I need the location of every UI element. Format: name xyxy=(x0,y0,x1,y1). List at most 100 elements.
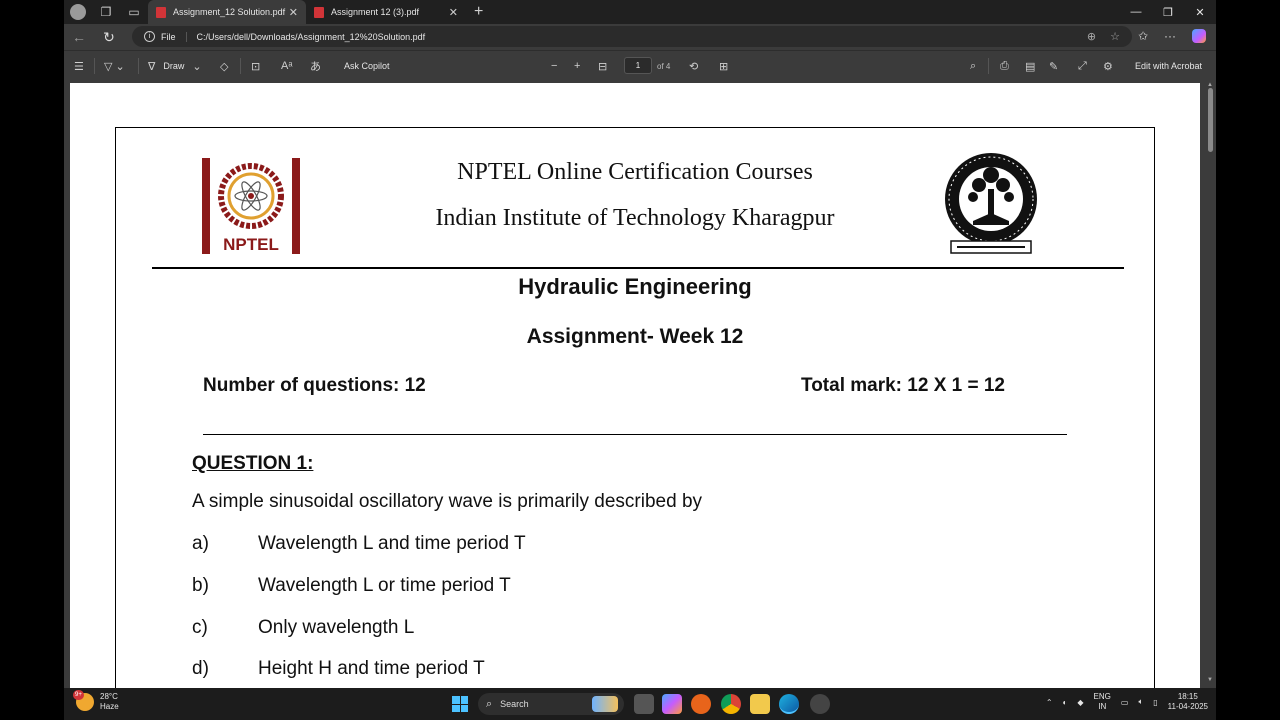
rotate-icon[interactable]: ⟲ xyxy=(689,59,698,73)
close-tab-icon[interactable]: ✕ xyxy=(289,6,298,19)
draw-button[interactable]: ∇ Draw ⌄ xyxy=(148,59,202,73)
tray-app-icon[interactable]: ◐ xyxy=(1063,698,1068,707)
firefox-icon[interactable] xyxy=(691,694,711,714)
tab-inactive[interactable]: Assignment 12 (3).pdf ✕ xyxy=(306,0,466,24)
file-explorer-icon[interactable] xyxy=(750,694,770,714)
clock[interactable]: 18:15 11-04-2025 xyxy=(1168,692,1208,712)
address-bar[interactable]: i File C:/Users/dell/Downloads/Assignmen… xyxy=(132,26,1132,47)
volume-icon[interactable]: 🔈︎ xyxy=(1138,697,1143,707)
option-text: Height H and time period T xyxy=(258,658,485,679)
network-icon[interactable]: ▭ xyxy=(1121,698,1129,707)
task-view-icon[interactable] xyxy=(634,694,654,714)
restore-icon[interactable]: ❐ xyxy=(1152,0,1184,24)
search-highlight-icon xyxy=(592,696,618,712)
zoom-icon[interactable]: ⊕ xyxy=(1087,30,1096,43)
refresh-icon[interactable]: ↻ xyxy=(94,24,124,50)
option-letter: d) xyxy=(192,658,209,679)
eraser-icon[interactable]: ◇ xyxy=(220,59,228,73)
page-total: of 4 xyxy=(657,61,671,71)
highlight-icon[interactable]: ▽ ⌄ xyxy=(104,59,125,73)
fullscreen-icon[interactable]: ⤢ xyxy=(1078,59,1087,73)
option-b: b) Wavelength L or time period T xyxy=(192,575,511,597)
question-heading: QUESTION 1: xyxy=(192,453,314,474)
workspaces-icon[interactable]: ❐ xyxy=(92,0,120,24)
zoom-out-icon[interactable]: − xyxy=(551,59,557,73)
draw-label: Draw xyxy=(163,61,185,71)
back-icon[interactable]: ← xyxy=(64,24,94,50)
save-icon[interactable]: ▤ xyxy=(1025,59,1035,73)
translate-icon[interactable]: あ xyxy=(310,59,321,73)
print-icon[interactable]: ⎙ xyxy=(1000,59,1009,73)
read-aloud-icon[interactable]: Aᵃ xyxy=(281,59,292,73)
favorites-icon[interactable]: ✩ xyxy=(1138,29,1148,43)
page-view-icon[interactable]: ⊞ xyxy=(719,59,728,73)
close-tab-icon[interactable]: ✕ xyxy=(449,6,458,19)
system-tray: ⌃ ◐ ◆ ENG IN ▭ 🔈︎ ▯ 18:15 11-04-2025 xyxy=(1046,692,1208,712)
close-window-icon[interactable]: ✕ xyxy=(1184,0,1216,24)
option-a: a) Wavelength L and time period T xyxy=(192,533,526,555)
nptel-logo: NPTEL xyxy=(202,158,300,254)
minimize-icon[interactable]: — xyxy=(1120,0,1152,24)
nptel-logo-text: NPTEL xyxy=(223,235,279,254)
vertical-scrollbar-thumb[interactable] xyxy=(1208,88,1213,152)
battery-icon[interactable]: ▯ xyxy=(1153,698,1157,707)
option-c: c) Only wavelength L xyxy=(192,617,414,639)
clock-time: 18:15 xyxy=(1177,692,1198,701)
start-button-windows-icon[interactable] xyxy=(452,696,468,712)
chrome-icon[interactable] xyxy=(721,694,741,714)
search-icon: ⌕ xyxy=(486,697,493,710)
scroll-down-arrow-icon[interactable]: ▼ xyxy=(1207,677,1213,683)
tab-title: Assignment 12 (3).pdf xyxy=(331,7,420,17)
iit-kharagpur-emblem xyxy=(945,153,1037,254)
windows-taskbar: 9+ 28°C Haze ⌕ Search ⌃ ◐ ◆ ENG IN ▭ 🔈︎ … xyxy=(64,688,1216,720)
save-as-icon[interactable]: ✎ xyxy=(1049,59,1058,73)
tab-active[interactable]: Assignment_12 Solution.pdf ✕ xyxy=(148,0,306,24)
page-number-input[interactable]: 1 xyxy=(624,57,652,74)
settings-gear-icon[interactable]: ⚙ xyxy=(1103,59,1113,73)
ask-copilot-button[interactable]: Ask Copilot xyxy=(344,59,390,73)
total-mark: Total mark: 12 X 1 = 12 xyxy=(801,375,1005,396)
tab-bar: ❐ ▭ Assignment_12 Solution.pdf ✕ Assignm… xyxy=(64,0,1216,24)
option-text: Wavelength L and time period T xyxy=(258,533,526,554)
edge-icon[interactable] xyxy=(779,694,799,714)
fit-page-icon[interactable]: ⊟ xyxy=(598,59,607,73)
lang-code: ENG xyxy=(1093,692,1111,701)
info-icon[interactable]: i xyxy=(144,31,155,42)
zoom-in-icon[interactable]: + xyxy=(574,59,580,73)
more-menu-icon[interactable]: ··· xyxy=(1164,29,1176,43)
assignment-week: Assignment- Week 12 xyxy=(526,325,744,348)
weather-widget[interactable]: 9+ 28°C Haze xyxy=(73,690,119,712)
favorite-star-icon[interactable]: ☆ xyxy=(1110,30,1120,43)
edit-with-acrobat-button[interactable]: Edit with Acrobat xyxy=(1135,59,1202,73)
address-row: ← ↻ i File C:/Users/dell/Downloads/Assig… xyxy=(64,24,1216,50)
clock-date: 11-04-2025 xyxy=(1167,702,1208,711)
show-hidden-icons-chevron-icon[interactable]: ⌃ xyxy=(1046,698,1053,707)
taskbar-search-box[interactable]: ⌕ Search xyxy=(478,693,624,715)
weather-sun-icon: 9+ xyxy=(73,690,94,711)
pen-icon: ∇ xyxy=(148,60,156,73)
text-box-icon[interactable]: ⊡ xyxy=(251,59,260,73)
copilot-icon[interactable] xyxy=(1192,29,1206,43)
weather-temp: 28°C xyxy=(100,692,118,701)
language-indicator[interactable]: ENG IN xyxy=(1094,692,1111,712)
new-tab-button[interactable]: + xyxy=(466,3,491,21)
search-label: Search xyxy=(500,699,529,709)
tab-actions-icon[interactable]: ▭ xyxy=(120,0,148,24)
course-title: Hydraulic Engineering xyxy=(518,274,752,299)
app-icon[interactable] xyxy=(810,694,830,714)
copilot-taskbar-icon[interactable] xyxy=(662,694,682,714)
contents-icon[interactable]: ☰ xyxy=(74,59,84,73)
url-text[interactable]: C:/Users/dell/Downloads/Assignment_12%20… xyxy=(197,32,426,42)
section-divider xyxy=(203,434,1067,435)
pdf-toolbar: ☰ ▽ ⌄ ∇ Draw ⌄ ◇ ⊡ Aᵃ あ Ask Copilot − + … xyxy=(64,50,1216,80)
header-line-1: NPTEL Online Certification Courses xyxy=(457,159,813,185)
profile-avatar[interactable] xyxy=(70,4,86,20)
search-icon[interactable]: ⌕ xyxy=(970,59,976,73)
weather-condition: Haze xyxy=(100,702,119,711)
tray-app2-icon[interactable]: ◆ xyxy=(1077,698,1083,707)
question-text: A simple sinusoidal oscillatory wave is … xyxy=(192,491,703,512)
option-text: Only wavelength L xyxy=(258,617,415,638)
option-text: Wavelength L or time period T xyxy=(258,575,511,596)
option-letter: c) xyxy=(192,617,208,638)
document-viewport[interactable]: NPTEL NPTEL Online Certification Courses… xyxy=(64,80,1216,688)
